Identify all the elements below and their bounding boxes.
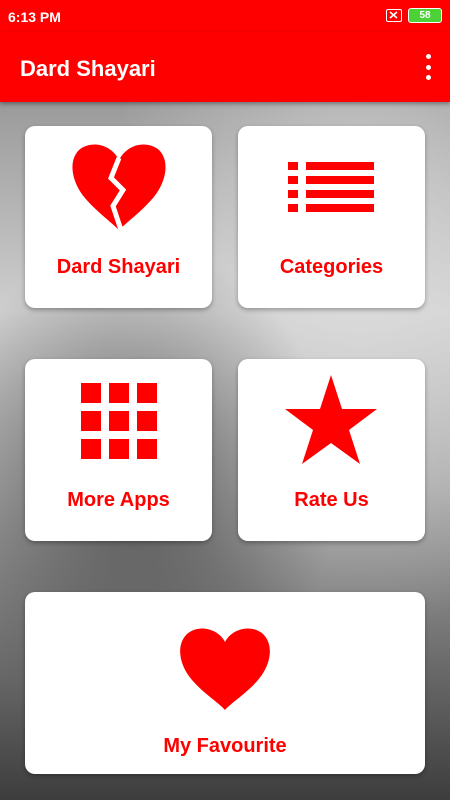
more-apps-label: More Apps [67,489,170,511]
broken-heart-icon [72,144,166,231]
status-icons: 58 [386,8,442,23]
status-bar: 6:13 PM 58 [0,0,450,32]
categories-label: Categories [279,256,384,278]
dard-shayari-tile[interactable]: Dard Shayari [25,126,212,308]
heart-icon [180,628,270,710]
app-title: Dard Shayari [20,56,156,81]
more-apps-tile[interactable]: More Apps [25,359,212,541]
close-icon [386,9,402,22]
app-bar: Dard Shayari [0,32,450,102]
battery-icon: 58 [408,8,442,23]
rate-us-tile[interactable]: Rate Us [238,359,425,541]
rate-us-label: Rate Us [294,489,369,511]
overflow-menu-icon[interactable] [420,54,436,80]
categories-tile[interactable]: Categories [238,126,425,308]
grid-icon [81,383,157,459]
star-icon [285,375,377,464]
dard-shayari-label: Dard Shayari [56,256,181,278]
my-favourite-label: My Favourite [163,735,287,757]
my-favourite-tile[interactable]: My Favourite [25,592,425,774]
status-time: 6:13 PM [8,9,61,25]
list-icon [288,162,374,212]
